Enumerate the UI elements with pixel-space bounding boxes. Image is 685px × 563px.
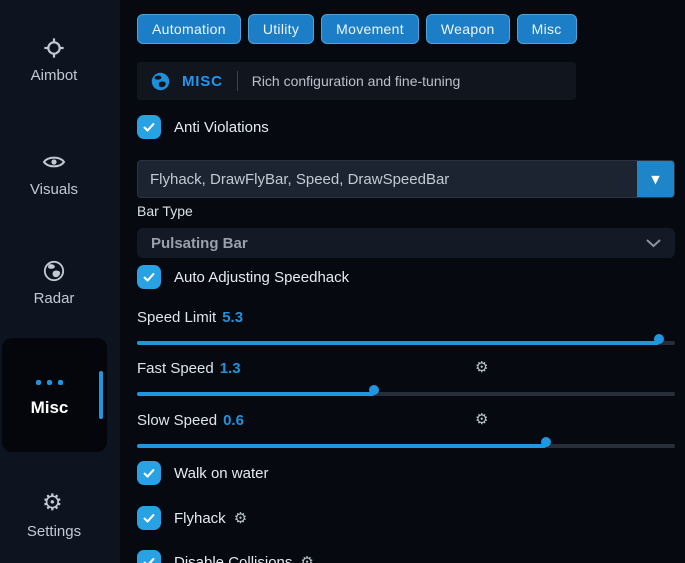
section-header: MISC Rich configuration and fine-tuning bbox=[137, 62, 576, 100]
flyhack-gear-icon[interactable]: ⚙ bbox=[234, 511, 247, 526]
globe-icon bbox=[42, 259, 66, 283]
auto-adjusting-checkbox[interactable] bbox=[137, 265, 161, 289]
bar-type-select[interactable]: Pulsating Bar bbox=[137, 228, 675, 258]
disable-collisions-row: Disable Collisions ⚙ bbox=[137, 550, 675, 563]
feature-multiselect[interactable]: Flyhack, DrawFlyBar, Speed, DrawSpeedBar… bbox=[137, 160, 675, 198]
misc-panel: Automation Utility Movement Weapon Misc … bbox=[120, 0, 685, 563]
feature-multiselect-value: Flyhack, DrawFlyBar, Speed, DrawSpeedBar bbox=[138, 171, 637, 188]
ellipsis-icon bbox=[2, 380, 97, 385]
slider-track bbox=[137, 341, 675, 345]
sidebar-item-aimbot[interactable]: Aimbot bbox=[0, 36, 108, 84]
sidebar-item-radar[interactable]: Radar bbox=[0, 259, 108, 307]
slider-fill bbox=[137, 341, 659, 345]
sidebar: Aimbot Visuals Radar Misc ⚙ Settings bbox=[0, 0, 120, 563]
section-subtitle: Rich configuration and fine-tuning bbox=[252, 73, 461, 89]
speed-limit-row: Speed Limit 5.3 bbox=[137, 309, 675, 327]
speed-limit-label: Speed Limit bbox=[137, 309, 216, 326]
slider-track bbox=[137, 392, 675, 396]
auto-adjusting-row: Auto Adjusting Speedhack bbox=[137, 265, 675, 289]
section-title: MISC bbox=[182, 73, 223, 90]
anti-violations-label: Anti Violations bbox=[174, 119, 269, 136]
tab-movement[interactable]: Movement bbox=[321, 14, 419, 44]
walk-on-water-label: Walk on water bbox=[174, 465, 268, 482]
category-tabs: Automation Utility Movement Weapon Misc bbox=[137, 14, 675, 44]
disable-collisions-label: Disable Collisions bbox=[174, 554, 292, 563]
active-indicator bbox=[99, 371, 103, 419]
dropdown-open-button[interactable]: ▼ bbox=[637, 160, 674, 198]
slow-speed-value: 0.6 bbox=[223, 412, 244, 429]
sidebar-item-label: Settings bbox=[27, 523, 81, 540]
tab-misc[interactable]: Misc bbox=[517, 14, 577, 44]
tab-utility[interactable]: Utility bbox=[248, 14, 314, 44]
slider-thumb[interactable] bbox=[654, 334, 664, 344]
walk-on-water-checkbox[interactable] bbox=[137, 461, 161, 485]
anti-violations-checkbox[interactable] bbox=[137, 115, 161, 139]
fast-speed-slider[interactable] bbox=[137, 385, 675, 403]
slider-track bbox=[137, 444, 675, 448]
slider-fill bbox=[137, 444, 546, 448]
auto-adjusting-label: Auto Adjusting Speedhack bbox=[174, 269, 349, 286]
eye-icon bbox=[42, 150, 66, 174]
disable-collisions-checkbox[interactable] bbox=[137, 550, 161, 563]
sidebar-item-label: Radar bbox=[34, 290, 75, 307]
tab-automation[interactable]: Automation bbox=[137, 14, 241, 44]
bar-type-value: Pulsating Bar bbox=[151, 235, 248, 252]
sidebar-item-label: Aimbot bbox=[31, 67, 78, 84]
sidebar-item-visuals[interactable]: Visuals bbox=[0, 150, 108, 198]
flyhack-row: Flyhack ⚙ bbox=[137, 506, 675, 530]
sidebar-item-settings[interactable]: ⚙ Settings bbox=[0, 492, 108, 540]
slider-thumb[interactable] bbox=[541, 437, 551, 447]
slow-speed-slider[interactable] bbox=[137, 437, 675, 455]
globe-icon bbox=[151, 72, 170, 91]
fast-speed-value: 1.3 bbox=[220, 360, 241, 377]
slow-speed-gear-icon[interactable]: ⚙ bbox=[475, 412, 488, 427]
divider bbox=[237, 71, 238, 91]
anti-violations-row: Anti Violations bbox=[137, 115, 675, 139]
dropdown-arrow-icon: ▼ bbox=[651, 173, 659, 186]
chevron-down-icon bbox=[646, 239, 661, 248]
crosshair-icon bbox=[42, 36, 66, 60]
speed-limit-slider[interactable] bbox=[137, 334, 675, 352]
fast-speed-gear-icon[interactable]: ⚙ bbox=[475, 360, 488, 375]
speed-limit-value: 5.3 bbox=[222, 309, 243, 326]
disable-collisions-gear-icon[interactable]: ⚙ bbox=[300, 555, 313, 563]
flyhack-checkbox[interactable] bbox=[137, 506, 161, 530]
walk-on-water-row: Walk on water bbox=[137, 461, 675, 485]
slow-speed-row: Slow Speed 0.6 ⚙ bbox=[137, 412, 675, 430]
sidebar-item-label: Misc bbox=[2, 398, 97, 418]
slider-thumb[interactable] bbox=[369, 385, 379, 395]
slow-speed-label: Slow Speed bbox=[137, 412, 217, 429]
fast-speed-label: Fast Speed bbox=[137, 360, 214, 377]
gear-icon: ⚙ bbox=[42, 492, 66, 516]
slider-fill bbox=[137, 392, 374, 396]
tab-weapon[interactable]: Weapon bbox=[426, 14, 510, 44]
flyhack-label: Flyhack bbox=[174, 510, 226, 527]
bar-type-label: Bar Type bbox=[137, 203, 675, 219]
sidebar-item-label: Visuals bbox=[30, 181, 78, 198]
fast-speed-row: Fast Speed 1.3 ⚙ bbox=[137, 360, 675, 378]
sidebar-item-misc-active[interactable]: Misc bbox=[2, 338, 107, 452]
